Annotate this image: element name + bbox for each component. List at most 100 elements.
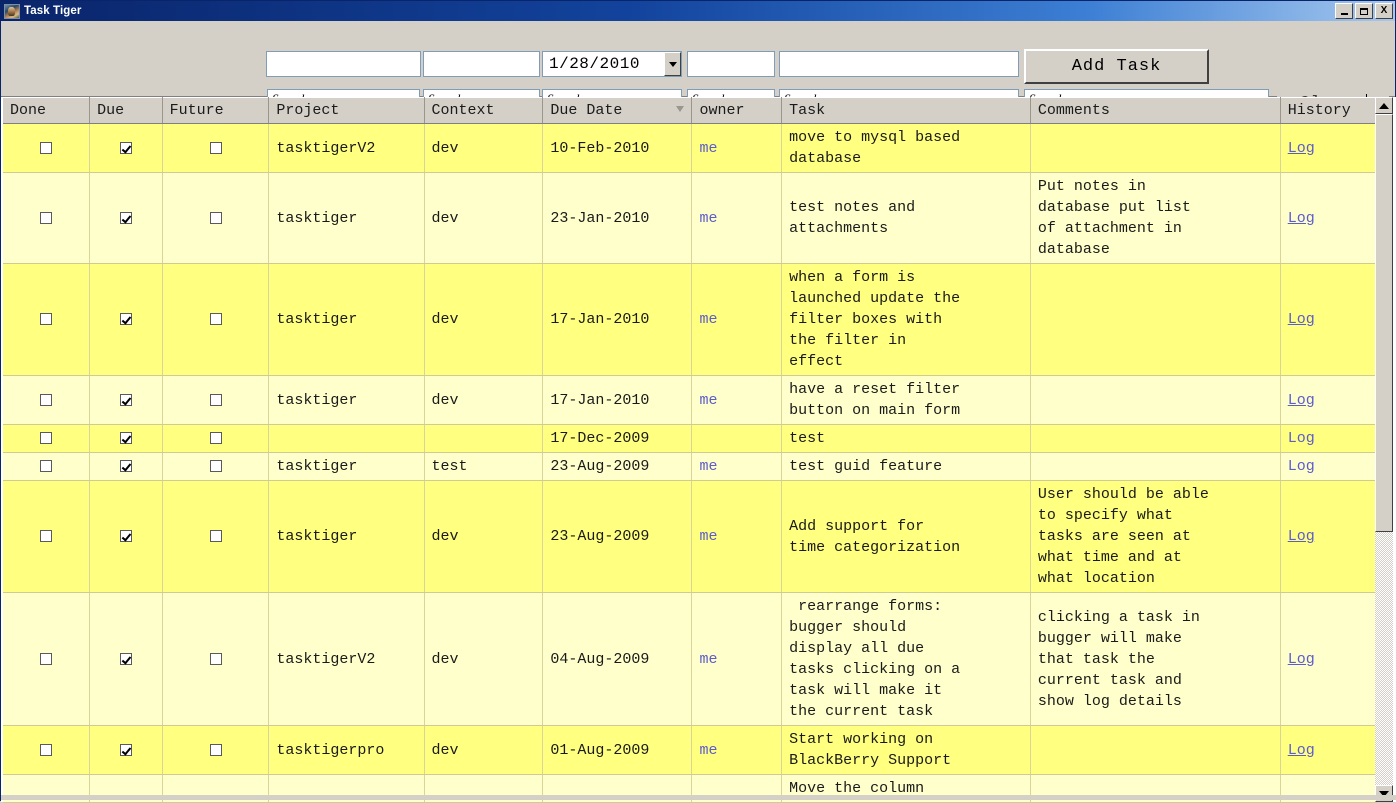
history-log-link[interactable]: Log	[1288, 140, 1315, 157]
table-row[interactable]: tasktiger test 23-Aug-2009 me test guid feat…	[3, 452, 1377, 481]
cell-owner[interactable]: me	[691, 452, 783, 481]
table-row[interactable]: tasktigerV2 dev 10-Feb-2010 me move to mysql…	[3, 123, 1377, 173]
cell-project[interactable]: tasktigerpro	[268, 725, 425, 775]
due-date-picker[interactable]: 1/28/2010	[542, 51, 682, 77]
owner-input[interactable]	[687, 51, 775, 77]
row-done-checkbox[interactable]	[40, 393, 53, 406]
cell-comments[interactable]: Put notes in database put list of attach…	[1030, 172, 1281, 264]
maximize-button[interactable]	[1355, 3, 1373, 19]
cell-done[interactable]	[3, 263, 91, 376]
vertical-scrollbar[interactable]	[1375, 97, 1393, 802]
column-header-due[interactable]: Due	[89, 97, 163, 124]
table-row[interactable]: tasktigerpro dev 01-Aug-2009 me Start workin…	[3, 725, 1377, 775]
row-done-checkbox[interactable]	[40, 530, 53, 543]
context-input[interactable]	[423, 51, 540, 77]
cell-context[interactable]: dev	[424, 375, 544, 425]
cell-history[interactable]: Log	[1280, 725, 1377, 775]
cell-history[interactable]: Log	[1280, 592, 1377, 726]
cell-due_date[interactable]: 23-Aug-2009	[542, 480, 693, 593]
table-row[interactable]: tasktiger dev 23-Aug-2009 me Add support for…	[3, 480, 1377, 593]
cell-due_date[interactable]: 17-Dec-2009	[542, 424, 693, 453]
table-row[interactable]: tasktiger dev 17-Jan-2010 me when a form is …	[3, 263, 1377, 376]
row-done-checkbox[interactable]	[40, 460, 53, 473]
cell-history[interactable]: Log	[1280, 172, 1377, 264]
column-header-future[interactable]: Future	[162, 97, 270, 124]
cell-future[interactable]	[162, 725, 270, 775]
row-future-checkbox[interactable]	[209, 652, 222, 665]
cell-due[interactable]	[89, 725, 163, 775]
cell-task[interactable]: Add support for time categorization	[781, 480, 1031, 593]
cell-future[interactable]	[162, 424, 270, 453]
row-done-checkbox[interactable]	[40, 211, 53, 224]
column-header-owner[interactable]: owner	[691, 97, 783, 124]
row-due-checkbox[interactable]	[119, 141, 132, 154]
cell-history[interactable]: Log	[1280, 452, 1377, 481]
cell-history[interactable]: Log	[1280, 375, 1377, 425]
cell-context[interactable]	[424, 424, 544, 453]
close-button[interactable]: X	[1375, 3, 1393, 19]
cell-task[interactable]: test guid feature	[781, 452, 1031, 481]
row-done-checkbox[interactable]	[40, 432, 53, 445]
cell-due_date[interactable]: 17-Jan-2010	[542, 375, 693, 425]
cell-comments[interactable]: User should be able to specify what task…	[1030, 480, 1281, 593]
cell-task[interactable]: when a form is launched update the filte…	[781, 263, 1031, 376]
cell-done[interactable]	[3, 452, 91, 481]
column-header-comments[interactable]: Comments	[1030, 97, 1281, 124]
row-future-checkbox[interactable]	[209, 141, 222, 154]
row-done-checkbox[interactable]	[40, 652, 53, 665]
cell-owner[interactable]: me	[691, 375, 783, 425]
cell-comments[interactable]	[1030, 452, 1281, 481]
row-due-checkbox[interactable]	[119, 530, 132, 543]
history-log-link[interactable]: Log	[1288, 311, 1315, 328]
cell-done[interactable]	[3, 123, 91, 173]
row-future-checkbox[interactable]	[209, 460, 222, 473]
cell-project[interactable]: tasktiger	[268, 263, 425, 376]
cell-owner[interactable]: me	[691, 480, 783, 593]
cell-comments[interactable]	[1030, 263, 1281, 376]
cell-context[interactable]: dev	[424, 480, 544, 593]
cell-task[interactable]: Start working on BlackBerry Support	[781, 725, 1031, 775]
cell-done[interactable]	[3, 375, 91, 425]
cell-due[interactable]	[89, 172, 163, 264]
cell-due_date[interactable]: 17-Jan-2010	[542, 263, 693, 376]
cell-owner[interactable]: me	[691, 592, 783, 726]
cell-project[interactable]: tasktiger	[268, 172, 425, 264]
cell-due_date[interactable]: 01-Aug-2009	[542, 725, 693, 775]
cell-project[interactable]	[268, 424, 425, 453]
cell-owner[interactable]: me	[691, 172, 783, 264]
history-log-link[interactable]: Log	[1288, 458, 1315, 475]
cell-due_date[interactable]: 10-Feb-2010	[542, 123, 693, 173]
cell-task[interactable]: rearrange forms: bugger should display a…	[781, 592, 1031, 726]
cell-context[interactable]: dev	[424, 263, 544, 376]
history-log-link[interactable]: Log	[1288, 528, 1315, 545]
column-header-history[interactable]: History	[1280, 97, 1377, 124]
row-future-checkbox[interactable]	[209, 393, 222, 406]
cell-task[interactable]: have a reset filter button on main form	[781, 375, 1031, 425]
cell-project[interactable]: tasktigerV2	[268, 592, 425, 726]
cell-done[interactable]	[3, 480, 91, 593]
cell-done[interactable]	[3, 592, 91, 726]
project-input[interactable]	[266, 51, 421, 77]
cell-future[interactable]	[162, 263, 270, 376]
cell-due_date[interactable]: 04-Aug-2009	[542, 592, 693, 726]
cell-done[interactable]	[3, 725, 91, 775]
cell-project[interactable]: tasktigerV2	[268, 123, 425, 173]
cell-done[interactable]	[3, 172, 91, 264]
cell-comments[interactable]	[1030, 424, 1281, 453]
row-due-checkbox[interactable]	[119, 743, 132, 756]
cell-context[interactable]: dev	[424, 592, 544, 726]
cell-future[interactable]	[162, 480, 270, 593]
history-log-link[interactable]: Log	[1288, 392, 1315, 409]
cell-due_date[interactable]: 23-Aug-2009	[542, 452, 693, 481]
row-done-checkbox[interactable]	[40, 313, 53, 326]
cell-future[interactable]	[162, 123, 270, 173]
row-future-checkbox[interactable]	[209, 743, 222, 756]
chevron-down-icon[interactable]	[664, 52, 681, 76]
cell-task[interactable]: move to mysql based database	[781, 123, 1031, 173]
add-task-button[interactable]: Add Task	[1024, 49, 1209, 84]
row-future-checkbox[interactable]	[209, 530, 222, 543]
row-future-checkbox[interactable]	[209, 211, 222, 224]
history-log-link[interactable]: Log	[1288, 651, 1315, 668]
table-row[interactable]: 17-Dec-2009 test Log	[3, 424, 1377, 453]
cell-future[interactable]	[162, 592, 270, 726]
